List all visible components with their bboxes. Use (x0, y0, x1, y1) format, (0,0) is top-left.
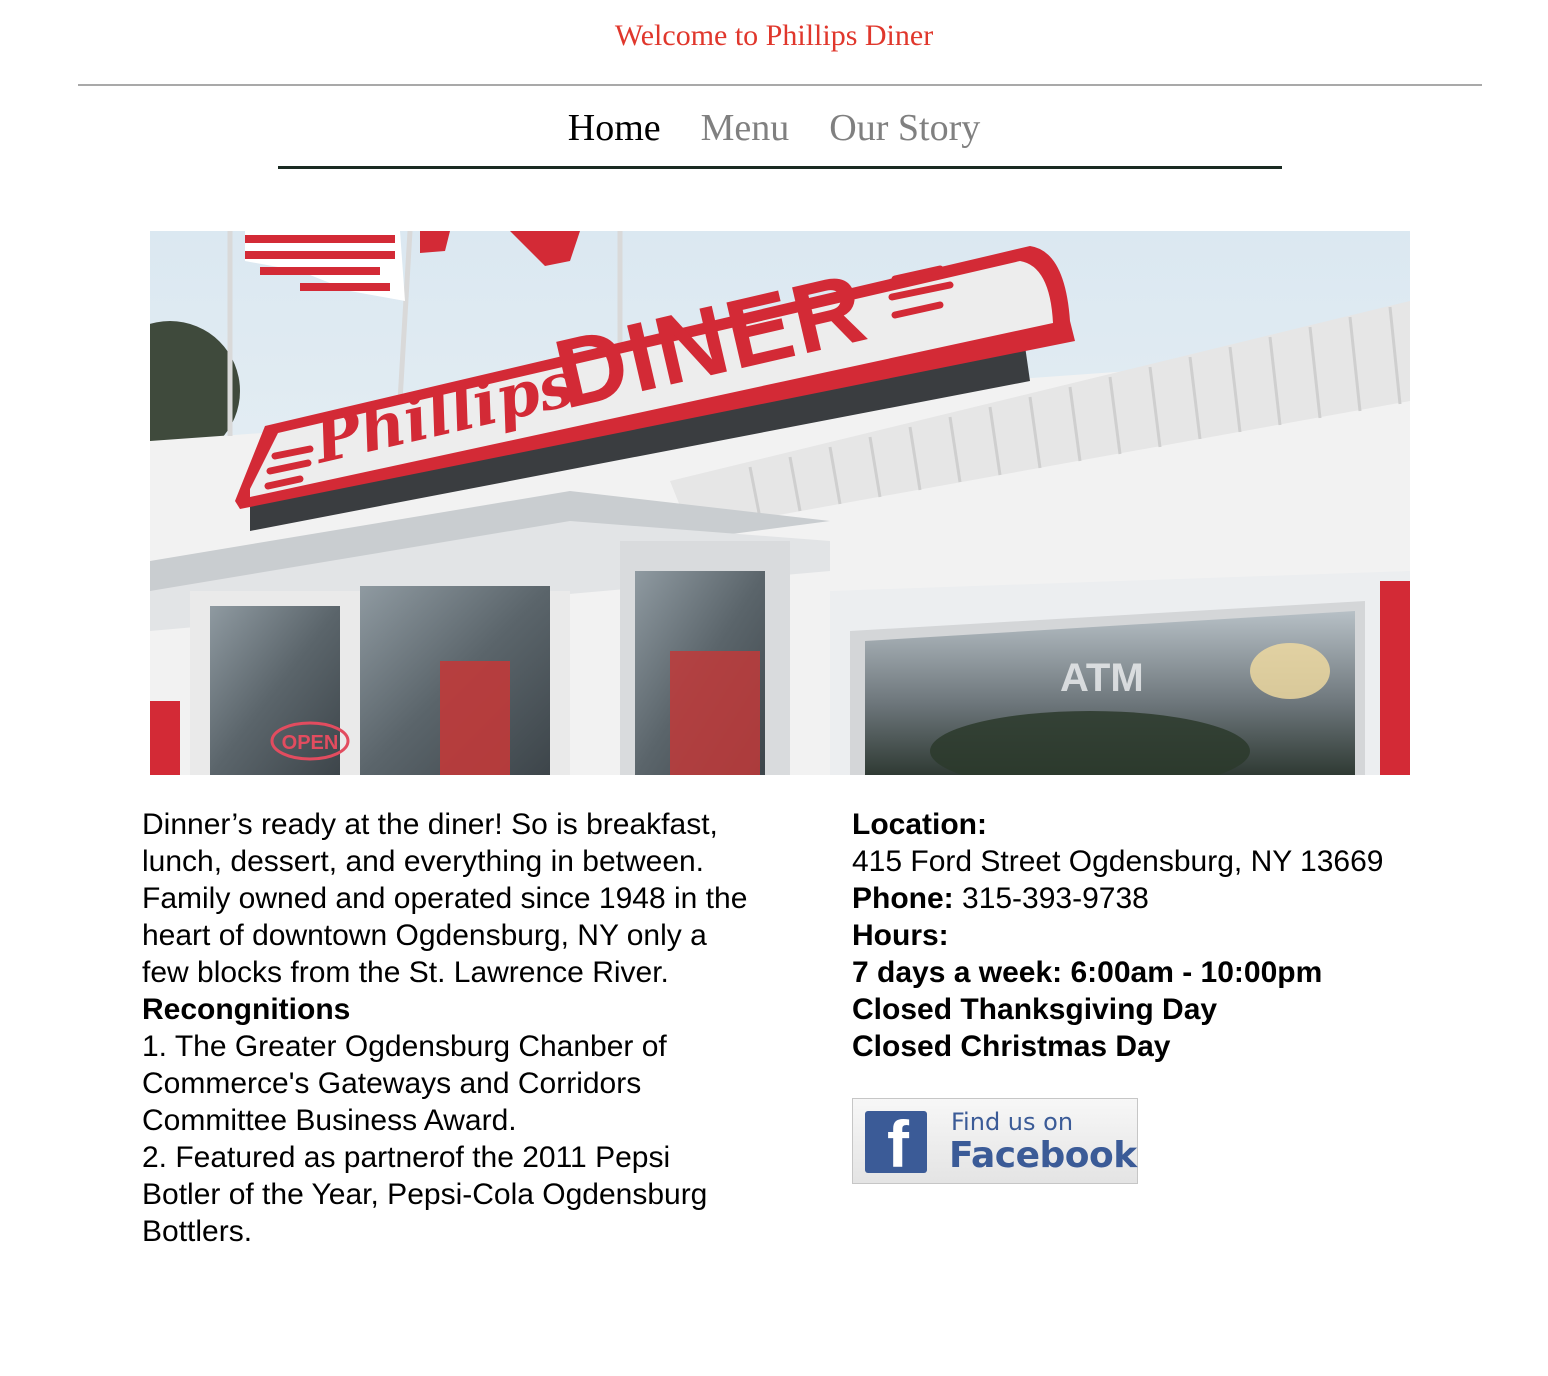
recognition-line: 2. Featured as partnerof the 2011 Pepsi (142, 1141, 671, 1174)
welcome-heading: Welcome to Phillips Diner (614, 19, 934, 52)
header-divider (78, 84, 1482, 86)
recognitions-heading: Recongnitions (142, 993, 351, 1026)
phone-number: 315-393-9738 (953, 882, 1149, 915)
facebook-icon-letter: f (887, 1111, 909, 1173)
phone-label: Phone: (852, 882, 954, 915)
hours-line: Closed Thanksgiving Day (852, 993, 1218, 1026)
nav-underline (278, 166, 1282, 169)
facebook-icon: f (865, 1111, 927, 1173)
nav-menu-link[interactable]: Menu (701, 104, 790, 152)
about-line: lunch, dessert, and everything in betwee… (142, 845, 705, 878)
facebook-badge-link[interactable]: f Find us on Facebook (852, 1098, 1138, 1184)
contact-info-section: Location: 415 Ford Street Ogdensburg, NY… (852, 806, 1532, 1065)
recognition-line: Bottlers. (142, 1215, 253, 1248)
window-atm-sign: ATM (1060, 656, 1144, 700)
phone-row: Phone: 315-393-9738 (852, 880, 1532, 917)
main-nav: Home Menu Our Story (0, 104, 1548, 152)
hours-label: Hours: (852, 919, 949, 952)
about-line: Family owned and operated since 1948 in … (142, 882, 748, 915)
hours-line: 7 days a week: 6:00am - 10:00pm (852, 956, 1323, 989)
hours-line: Closed Christmas Day (852, 1030, 1171, 1063)
recognition-line: Commerce's Gateways and Corridors (142, 1067, 642, 1100)
about-line: heart of downtown Ogdensburg, NY only a (142, 919, 707, 952)
diner-storefront-photo: Phillips DINER OPEN ATM (150, 231, 1410, 775)
about-line: few blocks from the St. Lawrence River. (142, 956, 669, 989)
facebook-find-text: Find us on (951, 1108, 1074, 1136)
location-label: Location: (852, 808, 987, 841)
nav-our-story-link[interactable]: Our Story (829, 104, 980, 152)
neon-open-sign: OPEN (282, 732, 339, 754)
recognition-line: Committee Business Award. (142, 1104, 517, 1137)
recognition-line: Botler of the Year, Pepsi-Cola Ogdensbur… (142, 1178, 708, 1211)
about-line: Dinner’s ready at the diner! So is break… (142, 808, 718, 841)
recognition-line: 1. The Greater Ogdensburg Chanber of (142, 1030, 667, 1063)
facebook-brand-text: Facebook (949, 1135, 1137, 1176)
address-text: 415 Ford Street Ogdensburg, NY 13669 (852, 845, 1384, 878)
nav-home-link[interactable]: Home (568, 104, 661, 152)
about-section: Dinner’s ready at the diner! So is break… (142, 806, 802, 1250)
